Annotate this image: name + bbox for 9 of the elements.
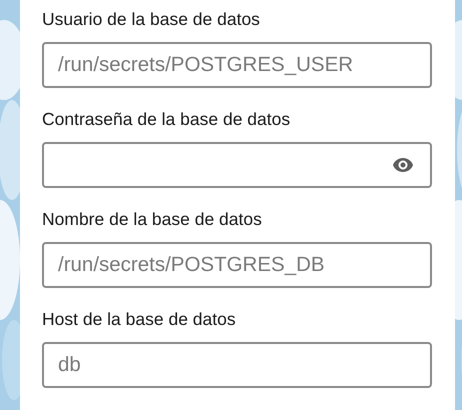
eye-icon[interactable]	[392, 157, 414, 173]
field-label: Usuario de la base de datos	[42, 8, 260, 30]
field-label: Host de la base de datos	[42, 308, 236, 330]
field-label: Nombre de la base de datos	[42, 208, 262, 230]
input-field[interactable]: /run/secrets/POSTGRES_DB	[42, 242, 432, 288]
input-field[interactable]: db	[42, 342, 432, 388]
field-label: Contraseña de la base de datos	[42, 108, 290, 130]
password-field[interactable]	[42, 142, 432, 188]
input-field[interactable]: /run/secrets/POSTGRES_USER	[42, 42, 432, 88]
